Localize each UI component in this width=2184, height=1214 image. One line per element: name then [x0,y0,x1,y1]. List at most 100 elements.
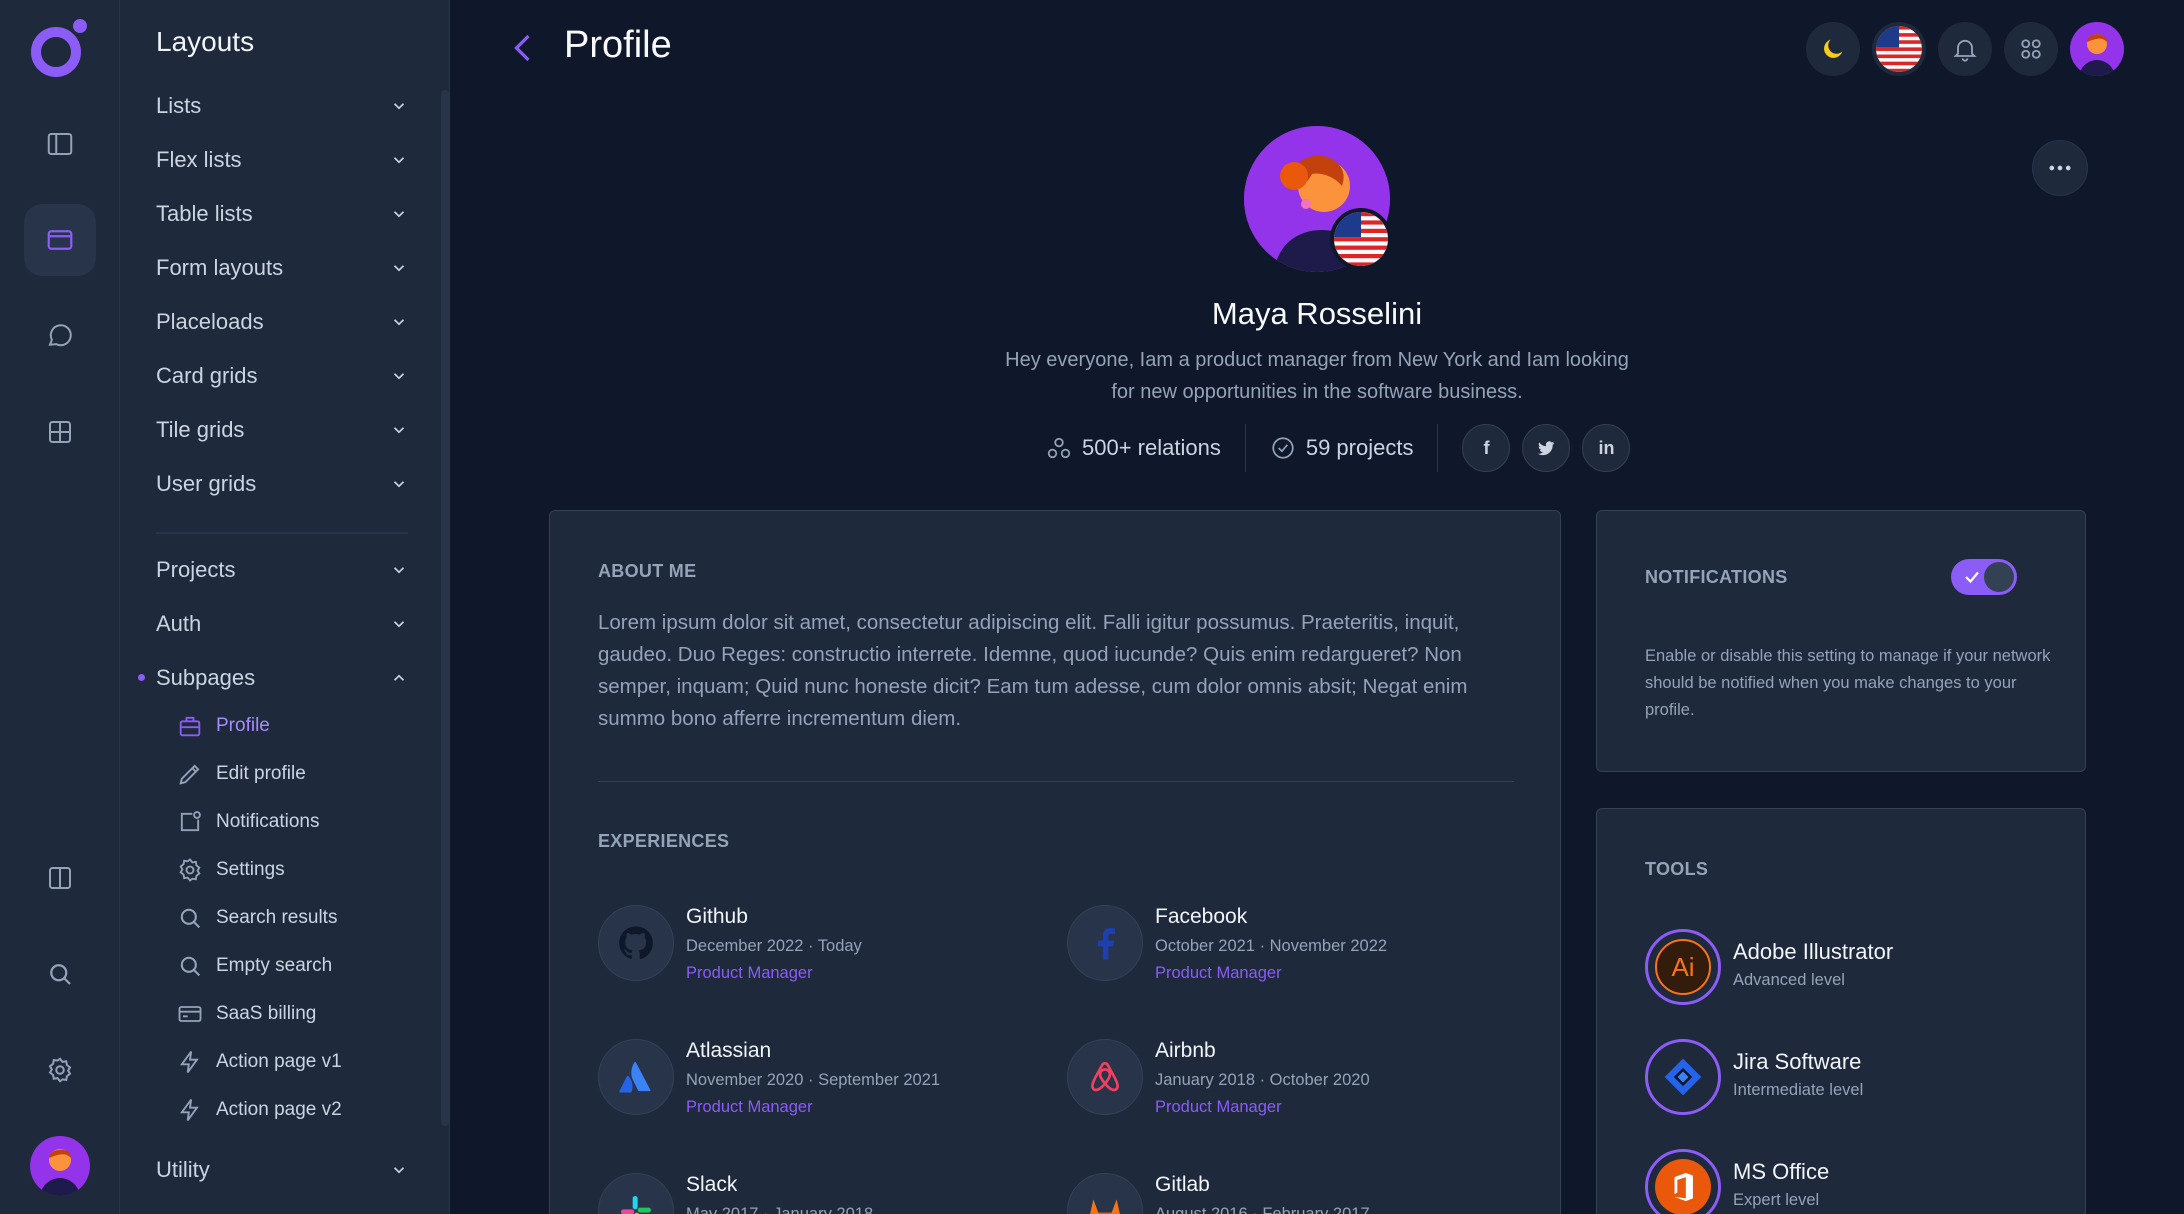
twitter-button[interactable] [1522,424,1571,472]
card-divider [598,781,1514,782]
nav-label: Utility [156,1157,210,1182]
nav-item-flex-lists[interactable]: Flex lists [156,140,408,180]
nav-item-tile-grids[interactable]: Tile grids [156,410,408,450]
logo-icon[interactable] [28,14,92,82]
profile-stats: 500+ relations 59 projects f in [1022,420,1631,476]
chevron-up-icon [393,674,405,681]
stat-divider [1437,424,1439,472]
gear-icon[interactable] [24,1034,96,1106]
back-arrow-icon[interactable] [506,30,542,66]
experience-item[interactable]: Github December 2022 · Today Product Man… [598,905,1058,995]
experience-company: Airbnb [1155,1039,1216,1062]
experience-item[interactable]: Gitlab August 2016 · February 2017 Produ… [1067,1173,1527,1214]
subpage-profile[interactable]: Profile [176,708,270,744]
tools-title: TOOLS [1645,859,1709,879]
tool-icon-ring [1645,1149,1721,1214]
experience-company: Facebook [1155,905,1248,928]
chevron-down-icon [393,103,405,110]
sidebar-toggle-icon[interactable] [24,108,96,180]
subpage-action-page-v2[interactable]: Action page v2 [176,1092,342,1128]
us-flag-icon [1876,26,1922,72]
facebook-icon: f [1483,437,1490,458]
subpage-edit-profile[interactable]: Edit profile [176,756,306,792]
slack-logo [598,1173,674,1214]
toggle-knob [1984,562,2014,592]
nav-item-form-layouts[interactable]: Form layouts [156,248,408,288]
subpage-action-page-v1[interactable]: Action page v1 [176,1044,342,1080]
icon-sidebar [0,0,120,1214]
illustrator-icon: Ai [1655,939,1711,995]
linkedin-button[interactable]: in [1582,424,1631,472]
airbnb-logo [1067,1039,1143,1115]
subpage-notifications[interactable]: Notifications [176,804,320,840]
nav-item-subpages[interactable]: Subpages [156,658,408,698]
columns-icon[interactable] [24,842,96,914]
subpage-label: SaaS billing [216,1003,317,1024]
dark-mode-toggle[interactable] [1806,22,1860,76]
tool-level: Advanced level [1733,971,1845,989]
experience-role[interactable]: Product Manager [1155,964,1282,983]
nav-item-utility[interactable]: Utility [156,1150,408,1190]
grid-icon[interactable] [24,396,96,468]
check-circle-icon [1272,437,1294,459]
notifications-card: NOTIFICATIONS Enable or disable this set… [1596,510,2086,772]
experience-item[interactable]: Slack May 2017 · January 2018 Product Ma… [598,1173,1058,1214]
user-avatar[interactable] [30,1136,90,1196]
moon-icon [1824,39,1843,58]
nav-item-auth[interactable]: Auth [156,604,408,644]
experience-item[interactable]: Atlassian November 2020 · September 2021… [598,1039,1058,1129]
tool-icon-ring: Ai [1645,929,1721,1005]
experience-company: Slack [686,1173,738,1196]
tool-icon-ring [1645,1039,1721,1115]
apps-button[interactable] [2004,22,2058,76]
subpage-saas-billing[interactable]: SaaS billing [176,996,316,1032]
bio-line: Hey everyone, Iam a product manager from… [1005,349,1629,371]
tool-level: Expert level [1733,1191,1820,1209]
chevron-down-icon [393,1167,405,1174]
projects-stat[interactable]: 59 projects [1246,424,1438,472]
chevron-down-icon [393,481,405,488]
tool-item[interactable]: Jira Software Intermediate level [1645,1039,2065,1119]
nav-item-projects[interactable]: Projects [156,550,408,590]
experience-item[interactable]: Facebook October 2021 · November 2022 Pr… [1067,905,1527,995]
gitlab-icon [1090,1199,1120,1214]
subpage-settings[interactable]: Settings [176,852,285,888]
tools-card: TOOLS Ai Adobe Illustrator Advanced leve… [1596,808,2086,1214]
search-icon[interactable] [24,938,96,1010]
facebook-button[interactable]: f [1462,424,1511,472]
nav-label: Placeloads [156,309,264,334]
messages-icon[interactable] [24,300,96,372]
jira-icon [1655,1049,1711,1105]
experience-dates: October 2021 · November 2022 [1155,937,1388,955]
experience-role[interactable]: Product Manager [686,964,813,983]
nav-item-lists[interactable]: Lists [156,86,408,126]
subpage-label: Search results [216,907,338,928]
layouts-icon[interactable] [24,204,96,276]
nav-item-user-grids[interactable]: User grids [156,464,408,504]
experience-role[interactable]: Product Manager [1155,1098,1282,1117]
language-button[interactable] [1872,22,1926,76]
subpage-search-results[interactable]: Search results [176,900,337,936]
airbnb-icon [1091,1062,1119,1092]
more-options-button[interactable] [2032,140,2088,196]
experience-item[interactable]: Airbnb January 2018 · October 2020 Produ… [1067,1039,1527,1129]
github-icon [619,926,653,960]
notifications-toggle[interactable] [1951,559,2017,595]
nav-item-card-grids[interactable]: Card grids [156,356,408,396]
nav-item-table-lists[interactable]: Table lists [156,194,408,234]
bio-line: for new opportunities in the software bu… [1111,381,1523,403]
subpage-empty-search[interactable]: Empty search [176,948,332,984]
experience-dates: August 2016 · February 2017 [1155,1205,1370,1214]
atlassian-logo [598,1039,674,1115]
profile-avatar-button[interactable] [2070,22,2124,76]
sidebar-title: Layouts [156,26,255,57]
tool-name: Jira Software [1733,1049,1862,1074]
experience-role[interactable]: Product Manager [686,1098,813,1117]
tool-item[interactable]: Ai Adobe Illustrator Advanced level [1645,929,2065,1009]
tool-item[interactable]: MS Office Expert level [1645,1149,2065,1214]
relations-stat[interactable]: 500+ relations [1022,424,1245,472]
scrollbar[interactable] [441,90,449,1126]
nav-item-placeloads[interactable]: Placeloads [156,302,408,342]
notifications-button[interactable] [1938,22,1992,76]
nav-label: Lists [156,93,202,118]
